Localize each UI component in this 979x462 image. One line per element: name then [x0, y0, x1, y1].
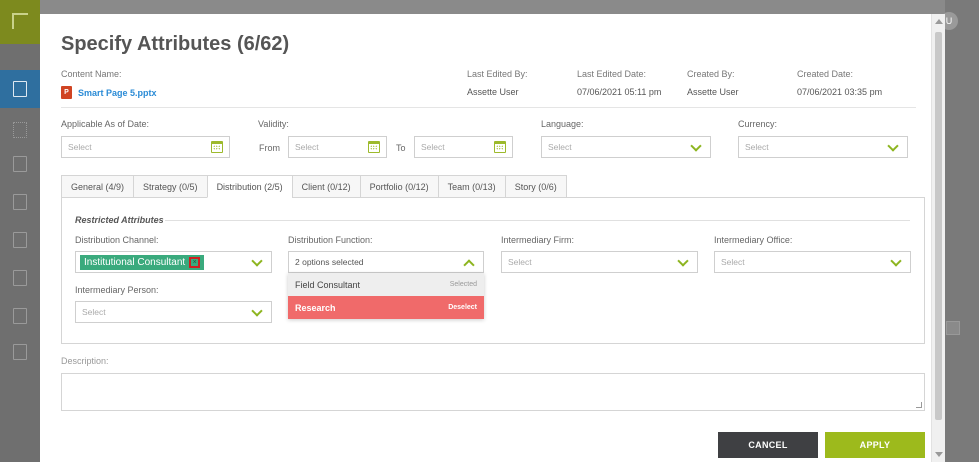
- copy-icon[interactable]: [13, 270, 27, 286]
- chevron-down-icon: [251, 305, 263, 317]
- last-edited-date-value: 07/06/2021 05:11 pm: [577, 87, 662, 97]
- calendar-icon[interactable]: [494, 141, 506, 153]
- dropdown-option[interactable]: Research Deselect: [288, 296, 484, 319]
- chevron-down-icon: [677, 255, 689, 267]
- apply-button[interactable]: APPLY: [825, 432, 925, 458]
- distribution-function-select[interactable]: 2 options selected: [288, 251, 484, 273]
- applicable-date-label: Applicable As of Date:: [61, 119, 150, 129]
- tab-story[interactable]: Story (0/6): [504, 175, 567, 198]
- chevron-up-icon: [463, 259, 475, 271]
- chevron-down-icon: [251, 255, 263, 267]
- tab-strategy[interactable]: Strategy (0/5): [133, 175, 207, 198]
- selected-chip: Institutional Consultant ×: [80, 255, 205, 270]
- tab-portfolio[interactable]: Portfolio (0/12): [359, 175, 438, 198]
- calendar-icon[interactable]: [368, 141, 380, 153]
- currency-placeholder: Select: [745, 142, 769, 152]
- section-title: Restricted Attributes: [75, 215, 164, 225]
- language-label: Language:: [541, 119, 584, 129]
- intermediary-office-placeholder: Select: [721, 257, 745, 267]
- distribution-function-dropdown: Field Consultant Selected Research Desel…: [288, 273, 484, 319]
- distribution-channel-select[interactable]: Institutional Consultant ×: [75, 251, 272, 273]
- distribution-channel-label: Distribution Channel:: [75, 235, 159, 245]
- option-label: Research: [295, 302, 336, 313]
- divider: [61, 107, 916, 108]
- validity-from-placeholder: Select: [295, 142, 319, 152]
- language-select[interactable]: Select: [541, 136, 711, 158]
- cancel-button[interactable]: CANCEL: [718, 432, 818, 458]
- content-name-label: Content Name:: [61, 69, 122, 79]
- tab-distribution[interactable]: Distribution (2/5): [206, 175, 292, 198]
- document-icon[interactable]: [13, 156, 27, 172]
- resize-handle[interactable]: [916, 402, 922, 408]
- chevron-down-icon: [887, 140, 899, 152]
- section-divider: [165, 220, 910, 221]
- dropdown-option[interactable]: Field Consultant Selected: [288, 273, 484, 296]
- app-sidebar: [0, 0, 40, 462]
- description-label: Description:: [61, 356, 109, 366]
- app-logo[interactable]: [0, 0, 40, 44]
- intermediary-office-select[interactable]: Select: [714, 251, 911, 273]
- tab-team[interactable]: Team (0/13): [437, 175, 505, 198]
- applicable-date-placeholder: Select: [68, 142, 92, 152]
- to-label: To: [396, 143, 406, 153]
- validity-from-input[interactable]: Select: [288, 136, 387, 158]
- attribute-tabs: General (4/9) Strategy (0/5) Distributio…: [61, 175, 567, 198]
- page-title: Specify Attributes (6/62): [61, 33, 290, 55]
- created-by-label: Created By:: [687, 69, 735, 79]
- created-by-value: Assette User: [687, 87, 739, 97]
- chevron-down-icon: [690, 140, 702, 152]
- validity-label: Validity:: [258, 119, 289, 129]
- intermediary-person-label: Intermediary Person:: [75, 285, 159, 295]
- distribution-function-value: 2 options selected: [295, 257, 364, 267]
- background-content: [945, 0, 979, 462]
- edit-icon: [13, 81, 27, 97]
- tab-client[interactable]: Client (0/12): [291, 175, 360, 198]
- sidebar-item-edit[interactable]: [0, 70, 40, 108]
- last-edited-by-value: Assette User: [467, 87, 519, 97]
- validity-to-placeholder: Select: [421, 142, 445, 152]
- modal-scrollbar[interactable]: [931, 14, 945, 462]
- option-status: Deselect: [448, 304, 477, 311]
- scroll-down-icon[interactable]: [935, 452, 943, 457]
- intermediary-firm-label: Intermediary Firm:: [501, 235, 575, 245]
- last-edited-by-label: Last Edited By:: [467, 69, 528, 79]
- chip-label: Institutional Consultant: [84, 257, 186, 268]
- option-status: Selected: [449, 281, 477, 288]
- applicable-date-input[interactable]: Select: [61, 136, 230, 158]
- tab-general[interactable]: General (4/9): [61, 175, 134, 198]
- calendar-icon[interactable]: [211, 141, 223, 153]
- remove-chip-icon[interactable]: ×: [189, 257, 201, 268]
- document-icon[interactable]: [13, 194, 27, 210]
- logo-icon: [12, 13, 28, 29]
- folder-icon[interactable]: [13, 344, 27, 360]
- option-label: Field Consultant: [295, 279, 361, 290]
- created-date-label: Created Date:: [797, 69, 854, 79]
- spreadsheet-icon[interactable]: [13, 232, 27, 248]
- currency-label: Currency:: [738, 119, 778, 129]
- scroll-up-icon[interactable]: [935, 19, 943, 24]
- intermediary-office-label: Intermediary Office:: [714, 235, 793, 245]
- settings-document-icon[interactable]: [13, 308, 27, 324]
- language-placeholder: Select: [548, 142, 572, 152]
- description-textarea[interactable]: [61, 373, 925, 411]
- last-edited-date-label: Last Edited Date:: [577, 69, 647, 79]
- powerpoint-icon: P: [61, 86, 72, 99]
- currency-select[interactable]: Select: [738, 136, 908, 158]
- content-name-link[interactable]: P Smart Page 5.pptx: [61, 86, 157, 99]
- validity-to-input[interactable]: Select: [414, 136, 513, 158]
- created-date-value: 07/06/2021 03:35 pm: [797, 87, 883, 97]
- grid-icon[interactable]: [13, 122, 27, 138]
- background-button: [946, 321, 960, 335]
- specify-attributes-modal: Specify Attributes (6/62) Content Name: …: [40, 14, 945, 462]
- intermediary-firm-select[interactable]: Select: [501, 251, 698, 273]
- intermediary-firm-placeholder: Select: [508, 257, 532, 267]
- chevron-down-icon: [890, 255, 902, 267]
- intermediary-person-placeholder: Select: [82, 307, 106, 317]
- intermediary-person-select[interactable]: Select: [75, 301, 272, 323]
- content-name-text[interactable]: Smart Page 5.pptx: [78, 88, 157, 98]
- scrollbar-thumb[interactable]: [935, 32, 942, 420]
- from-label: From: [259, 143, 280, 153]
- distribution-function-label: Distribution Function:: [288, 235, 373, 245]
